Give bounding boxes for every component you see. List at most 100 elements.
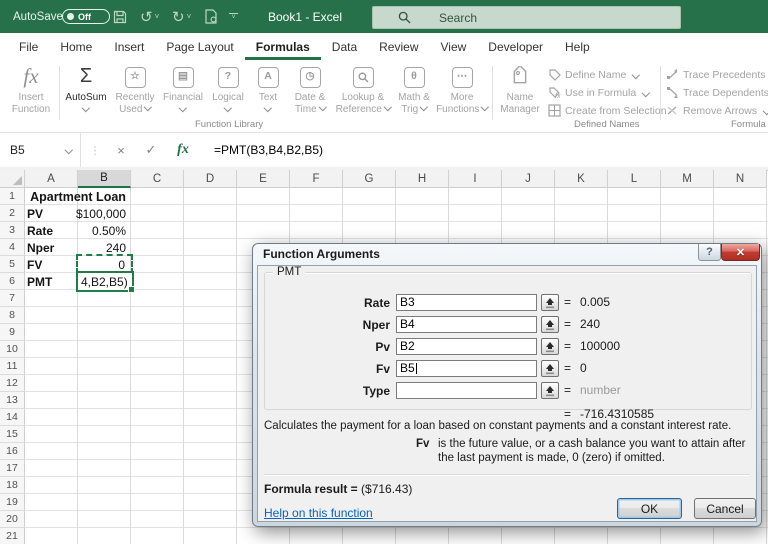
financial-button[interactable]: ▤ Financial: [160, 64, 206, 112]
row-header-1[interactable]: 1: [0, 188, 25, 205]
column-header-N[interactable]: N: [714, 170, 767, 188]
column-header-C[interactable]: C: [131, 170, 184, 188]
text-button[interactable]: A Text: [250, 64, 286, 112]
row-header-19[interactable]: 19: [0, 494, 25, 511]
column-header-A[interactable]: A: [25, 170, 78, 188]
row-header-10[interactable]: 10: [0, 341, 25, 358]
autosave-toggle[interactable]: Off: [62, 9, 110, 24]
create-from-selection-button[interactable]: Create from Selection: [548, 102, 667, 119]
row-header-16[interactable]: 16: [0, 443, 25, 460]
name-box[interactable]: B5: [0, 133, 81, 167]
type-input[interactable]: [396, 382, 537, 399]
tab-file[interactable]: File: [8, 33, 49, 60]
row-header-6[interactable]: 6: [0, 273, 25, 290]
column-header-E[interactable]: E: [237, 170, 290, 188]
row-header-12[interactable]: 12: [0, 375, 25, 392]
autosum-button[interactable]: Σ AutoSum: [62, 64, 110, 112]
column-header-B[interactable]: B: [78, 170, 131, 188]
cell-a6-label[interactable]: PMT: [27, 273, 76, 290]
define-name-button[interactable]: Define Name: [548, 66, 640, 83]
cancel-button[interactable]: Cancel: [694, 498, 756, 519]
tab-review[interactable]: Review: [368, 33, 429, 60]
dialog-close-button[interactable]: ✕: [721, 244, 760, 261]
tab-data[interactable]: Data: [321, 33, 368, 60]
row-header-4[interactable]: 4: [0, 239, 25, 256]
cancel-entry-button[interactable]: ×: [108, 133, 134, 167]
row-header-9[interactable]: 9: [0, 324, 25, 341]
lookup-reference-button[interactable]: Lookup & Reference: [334, 64, 392, 115]
cell-a5-label[interactable]: FV: [27, 256, 76, 273]
undo-button[interactable]: ↺ ˅: [140, 0, 159, 33]
tab-insert[interactable]: Insert: [103, 33, 155, 60]
collapse-dialog-button[interactable]: [541, 294, 559, 311]
row-header-17[interactable]: 17: [0, 460, 25, 477]
redo-button[interactable]: ↻ ˅: [172, 0, 191, 33]
tab-formulas[interactable]: Formulas: [244, 33, 321, 60]
row-header-2[interactable]: 2: [0, 205, 25, 222]
collapse-dialog-button[interactable]: [541, 382, 559, 399]
column-header-D[interactable]: D: [184, 170, 237, 188]
row-header-21[interactable]: 21: [0, 528, 25, 544]
tab-page-layout[interactable]: Page Layout: [155, 33, 244, 60]
insert-function-button[interactable]: fx Insert Function: [6, 64, 56, 115]
row-header-3[interactable]: 3: [0, 222, 25, 239]
touch-mode-button[interactable]: [204, 0, 218, 33]
trace-precedents-button[interactable]: Trace Precedents: [666, 66, 765, 83]
column-header-M[interactable]: M: [661, 170, 714, 188]
enter-entry-button[interactable]: ✓: [138, 133, 164, 167]
cell-a1-title[interactable]: Apartment Loan: [25, 188, 131, 205]
row-header-7[interactable]: 7: [0, 290, 25, 307]
dialog-help-button[interactable]: ?: [698, 244, 721, 261]
tab-developer[interactable]: Developer: [477, 33, 554, 60]
tab-help[interactable]: Help: [554, 33, 601, 60]
collapse-dialog-button[interactable]: [541, 316, 559, 333]
cell-a2-label[interactable]: PV: [27, 205, 76, 222]
collapse-dialog-button[interactable]: [541, 338, 559, 355]
column-header-L[interactable]: L: [608, 170, 661, 188]
help-on-function-link[interactable]: Help on this function: [264, 506, 373, 520]
row-header-14[interactable]: 14: [0, 409, 25, 426]
tab-home[interactable]: Home: [49, 33, 103, 60]
logical-button[interactable]: ? Logical: [207, 64, 249, 112]
cell-a3-label[interactable]: Rate: [27, 222, 76, 239]
select-all-button[interactable]: [0, 170, 25, 188]
column-header-G[interactable]: G: [343, 170, 396, 188]
cell-b3-value[interactable]: 0.50%: [78, 222, 130, 239]
dialog-title[interactable]: Function Arguments: [263, 247, 380, 261]
math-trig-button[interactable]: θ Math & Trig: [393, 64, 435, 115]
collapse-dialog-button[interactable]: [541, 360, 559, 377]
use-in-formula-button[interactable]: fx Use in Formula: [548, 84, 650, 101]
row-header-8[interactable]: 8: [0, 307, 25, 324]
trace-dependents-button[interactable]: Trace Dependents: [666, 84, 768, 101]
insert-function-fx-button[interactable]: fx: [168, 133, 198, 167]
name-manager-button[interactable]: Name Manager: [496, 64, 544, 115]
cell-a4-label[interactable]: Nper: [27, 239, 76, 256]
tab-view[interactable]: View: [430, 33, 478, 60]
remove-arrows-button[interactable]: Remove Arrows: [666, 102, 768, 119]
search-input[interactable]: Search: [372, 6, 681, 29]
rate-input[interactable]: B3: [396, 294, 537, 311]
column-header-I[interactable]: I: [449, 170, 502, 188]
fv-input[interactable]: B5: [396, 360, 537, 377]
row-header-18[interactable]: 18: [0, 477, 25, 494]
column-header-F[interactable]: F: [290, 170, 343, 188]
qat-customize-button[interactable]: ˅: [229, 0, 238, 33]
pv-input[interactable]: B2: [396, 338, 537, 355]
row-header-5[interactable]: 5: [0, 256, 25, 273]
row-header-20[interactable]: 20: [0, 511, 25, 528]
edit-cell-b6[interactable]: 4,B2,B5): [76, 271, 135, 293]
formula-input[interactable]: =PMT(B3,B4,B2,B5): [214, 133, 323, 167]
recently-used-button[interactable]: ☆ Recently Used: [111, 64, 159, 115]
column-header-J[interactable]: J: [502, 170, 555, 188]
more-functions-button[interactable]: ⋯ More Functions: [436, 64, 490, 115]
row-header-11[interactable]: 11: [0, 358, 25, 375]
row-header-15[interactable]: 15: [0, 426, 25, 443]
cell-b2-value[interactable]: $100,000: [76, 205, 130, 222]
nper-input[interactable]: B4: [396, 316, 537, 333]
row-header-13[interactable]: 13: [0, 392, 25, 409]
column-header-K[interactable]: K: [555, 170, 608, 188]
save-button[interactable]: [113, 0, 127, 33]
fill-handle[interactable]: [128, 286, 135, 293]
column-header-H[interactable]: H: [396, 170, 449, 188]
ok-button[interactable]: OK: [617, 498, 682, 519]
